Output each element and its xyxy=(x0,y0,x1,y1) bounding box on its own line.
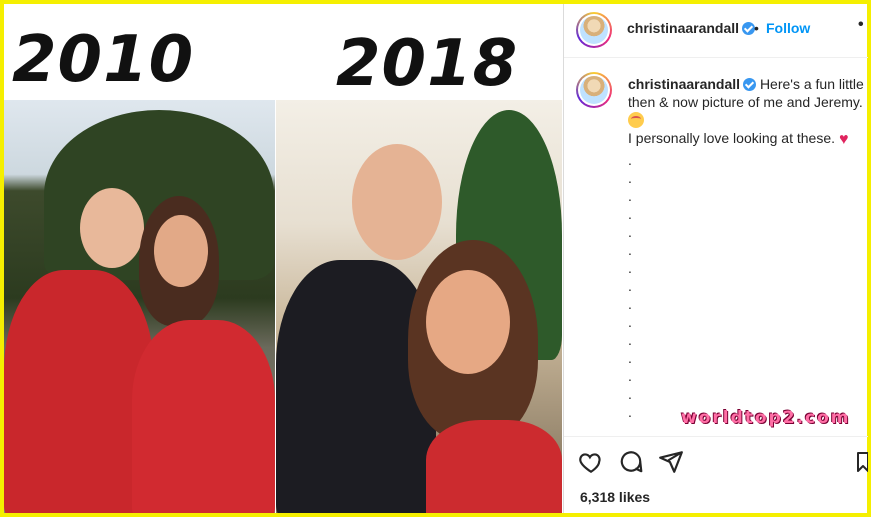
caption-dot: . xyxy=(628,188,632,204)
caption-avatar[interactable] xyxy=(576,72,612,108)
caption-dot: . xyxy=(628,386,632,402)
photo-2010 xyxy=(4,100,275,513)
follow-button[interactable]: Follow xyxy=(766,20,810,36)
separator-dot: • xyxy=(754,20,759,36)
heart-icon[interactable] xyxy=(578,449,604,475)
man-head-2018 xyxy=(352,144,442,260)
caption-dot: . xyxy=(628,314,632,330)
caption-dot: . xyxy=(628,368,632,384)
share-icon[interactable] xyxy=(658,449,684,475)
year-label-right: 2018 xyxy=(336,27,519,101)
action-bar: 6,318 likes xyxy=(564,436,868,513)
photo-2018 xyxy=(276,100,562,513)
watermark: worldtop2.com xyxy=(681,408,851,428)
man-head xyxy=(80,188,144,268)
caption-dots: . . . . . . . . . . . . . . . xyxy=(628,151,868,421)
caption-dot: . xyxy=(628,296,632,312)
header-username-text[interactable]: christinaarandall xyxy=(627,20,739,36)
avatar-image xyxy=(580,16,608,44)
caption-dot: . xyxy=(628,152,632,168)
caption-dot: . xyxy=(628,170,632,186)
caption-username[interactable]: christinaarandall xyxy=(628,76,740,92)
caption-dot: . xyxy=(628,242,632,258)
caption-line-2: I personally love looking at these. xyxy=(628,130,836,146)
woman-red-top xyxy=(426,420,562,513)
red-heart-icon: ♥ xyxy=(839,131,849,148)
likes-count[interactable]: 6,318 likes xyxy=(580,489,650,505)
avatar-ring xyxy=(578,14,610,46)
caption-dot: . xyxy=(628,260,632,276)
avatar[interactable] xyxy=(576,12,612,48)
caption-avatar-ring xyxy=(578,74,610,106)
caption-dot: . xyxy=(628,278,632,294)
caption-dot: . xyxy=(628,206,632,222)
verified-badge-icon xyxy=(743,78,757,91)
more-options-icon[interactable]: • xyxy=(858,16,864,34)
bookmark-icon[interactable] xyxy=(856,449,868,475)
caption-dot: . xyxy=(628,332,632,348)
caption-dot: . xyxy=(628,224,632,240)
woman-red-shirt xyxy=(132,320,275,513)
comment-icon[interactable] xyxy=(618,449,644,475)
caption-dot: . xyxy=(628,350,632,366)
caption: christinaarandall Here's a fun little th… xyxy=(628,75,868,421)
year-label-left: 2010 xyxy=(12,23,195,97)
smiling-face-icon xyxy=(628,112,644,128)
woman-head xyxy=(154,215,208,287)
woman-head-2018 xyxy=(426,270,510,374)
caption-area: christinaarandall Here's a fun little th… xyxy=(564,60,868,434)
post-image[interactable]: 2010 2018 xyxy=(4,4,562,513)
caption-avatar-image xyxy=(580,76,608,104)
header-username[interactable]: christinaarandall xyxy=(627,20,756,36)
instagram-post-panel: christinaarandall • Follow • christinaar… xyxy=(563,4,868,513)
post-header: christinaarandall • Follow • xyxy=(564,4,868,58)
